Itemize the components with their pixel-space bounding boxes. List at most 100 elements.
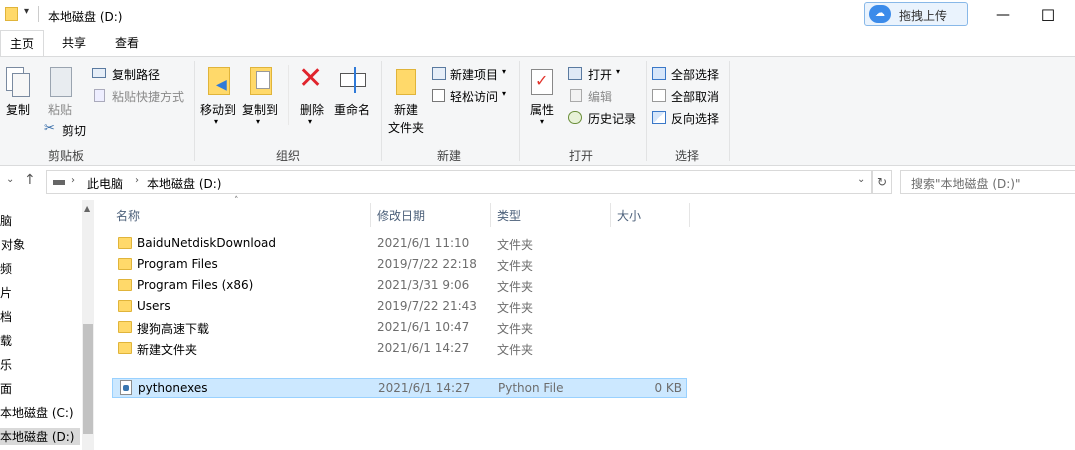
minimize-button[interactable]: — bbox=[980, 0, 1026, 30]
rename-icon bbox=[340, 73, 366, 87]
copy-to-doc-icon bbox=[256, 71, 270, 89]
file-name: Program Files (x86) bbox=[137, 278, 254, 292]
tab-share[interactable]: 共享 bbox=[53, 30, 95, 56]
paste-shortcut-icon bbox=[94, 89, 105, 102]
select-none-button[interactable]: 全部取消 bbox=[652, 87, 724, 105]
column-separator[interactable] bbox=[689, 203, 690, 227]
select-group-label: 选择 bbox=[675, 149, 700, 163]
paste-label: 粘贴 bbox=[48, 103, 73, 117]
ribbon-tabs: 主页 共享 查看 bbox=[0, 30, 1075, 56]
cut-label: 剪切 bbox=[62, 124, 87, 138]
select-all-button[interactable]: 全部选择 bbox=[652, 65, 724, 83]
nav-item[interactable]: 下载 bbox=[0, 332, 12, 349]
column-header-size[interactable]: 大小 bbox=[617, 207, 641, 224]
copy-to-button[interactable]: 复制到 ▾ bbox=[240, 65, 280, 135]
file-date: 2019/7/22 22:18 bbox=[377, 257, 477, 271]
address-dropdown-icon[interactable]: ⌄ bbox=[857, 174, 865, 185]
folder-icon bbox=[118, 321, 132, 333]
move-to-button[interactable]: ◀ 移动到 ▾ bbox=[198, 65, 238, 135]
file-date: 2021/6/1 14:27 bbox=[377, 341, 470, 355]
nav-item[interactable]: 文档 bbox=[0, 308, 12, 325]
address-bar[interactable]: › 此电脑 › 本地磁盘 (D:) ⌄ bbox=[46, 170, 872, 194]
invert-selection-button[interactable]: 反向选择 bbox=[652, 109, 724, 127]
ribbon: 复制 粘贴 复制路径 粘贴快捷方式 ✂ 剪切 剪贴板 ◀ 移动到 ▾ 复制到 ▾… bbox=[0, 56, 1075, 166]
paste-button[interactable]: 粘贴 bbox=[46, 65, 76, 121]
tab-view[interactable]: 查看 bbox=[106, 30, 148, 56]
delete-label: 删除 bbox=[300, 103, 325, 117]
edit-button[interactable]: 编辑 bbox=[568, 87, 638, 105]
nav-item[interactable]: 本地磁盘 (C:) bbox=[0, 404, 74, 421]
nav-item[interactable]: 视频 bbox=[0, 260, 12, 277]
quick-access-dropdown-icon[interactable]: ▾ bbox=[24, 6, 29, 17]
file-date: 2021/6/1 11:10 bbox=[377, 236, 470, 250]
file-date: 2019/7/22 21:43 bbox=[377, 299, 477, 313]
chevron-down-icon: ▾ bbox=[502, 67, 507, 76]
copy-path-button[interactable]: 复制路径 bbox=[92, 65, 172, 83]
breadcrumb-this-pc[interactable]: 此电脑 bbox=[87, 175, 123, 192]
delete-x-icon: ✕ bbox=[298, 61, 324, 96]
copy-path-label: 复制路径 bbox=[112, 68, 161, 82]
refresh-button[interactable]: ↻ bbox=[872, 170, 892, 194]
file-date: 2021/6/1 14:27 bbox=[378, 381, 471, 395]
nav-item[interactable]: D 对象 bbox=[0, 236, 25, 253]
file-row[interactable]: Users 2019/7/22 21:43 文件夹 bbox=[112, 297, 687, 317]
paste-shortcut-button[interactable]: 粘贴快捷方式 bbox=[92, 87, 192, 105]
arrow-left-icon: ◀ bbox=[216, 77, 227, 93]
chevron-down-icon: ▾ bbox=[540, 117, 545, 126]
nav-item[interactable]: 音乐 bbox=[0, 356, 12, 373]
column-header-date[interactable]: 修改日期 bbox=[377, 207, 425, 224]
chevron-right-icon[interactable]: › bbox=[71, 175, 75, 186]
nav-item[interactable]: 图片 bbox=[0, 284, 12, 301]
up-arrow-icon[interactable]: ↑ bbox=[24, 172, 36, 188]
file-type: 文件夹 bbox=[497, 322, 534, 336]
ribbon-separator bbox=[519, 61, 520, 161]
easy-access-button[interactable]: 轻松访问 ▾ bbox=[430, 87, 514, 105]
column-separator[interactable] bbox=[370, 203, 371, 227]
column-separator[interactable] bbox=[610, 203, 611, 227]
new-item-label: 新建项目 bbox=[450, 68, 499, 82]
copy-icon-back bbox=[12, 73, 30, 97]
nav-scrollbar-thumb[interactable] bbox=[83, 324, 93, 434]
rename-button[interactable]: 重命名 bbox=[334, 65, 374, 125]
column-header-name[interactable]: 名称 bbox=[116, 207, 140, 224]
scroll-up-icon[interactable]: ▲ bbox=[84, 204, 90, 213]
baidu-upload-button[interactable]: ☁ 拖拽上传 bbox=[864, 2, 968, 26]
search-input[interactable]: 搜索"本地磁盘 (D:)" bbox=[900, 170, 1075, 194]
new-folder-button[interactable]: 新建 文件夹 bbox=[386, 65, 426, 137]
edit-label: 编辑 bbox=[588, 90, 613, 104]
properties-button[interactable]: ✓ 属性 ▾ bbox=[526, 65, 560, 137]
history-button[interactable]: 历史记录 bbox=[568, 109, 642, 127]
cut-button[interactable]: ✂ 剪切 bbox=[44, 121, 104, 139]
new-folder-icon bbox=[396, 69, 416, 95]
nav-item[interactable]: 桌面 bbox=[0, 380, 12, 397]
chevron-right-icon[interactable]: › bbox=[135, 175, 139, 186]
nav-item[interactable]: 电脑 bbox=[0, 212, 12, 229]
file-row[interactable]: 新建文件夹 2021/6/1 14:27 文件夹 bbox=[112, 339, 687, 359]
baidu-cloud-icon: ☁ bbox=[869, 5, 891, 23]
file-row[interactable]: BaiduNetdiskDownload 2021/6/1 11:10 文件夹 bbox=[112, 234, 687, 254]
nav-item[interactable]: 本地磁盘 (D:) bbox=[0, 428, 80, 445]
copy-button[interactable]: 复制 bbox=[4, 65, 32, 121]
file-size: 0 KB bbox=[654, 381, 682, 395]
file-name: Program Files bbox=[137, 257, 218, 271]
folder-icon bbox=[118, 279, 132, 291]
maximize-button[interactable]: ☐ bbox=[1025, 0, 1071, 30]
chevron-down-icon[interactable]: ⌄ bbox=[6, 174, 14, 185]
file-row[interactable]: 搜狗高速下载 2021/6/1 10:47 文件夹 bbox=[112, 318, 687, 338]
tab-home[interactable]: 主页 bbox=[0, 30, 45, 56]
file-type: 文件夹 bbox=[497, 343, 534, 357]
paste-shortcut-label: 粘贴快捷方式 bbox=[112, 90, 185, 104]
new-folder-label-2: 文件夹 bbox=[388, 121, 425, 135]
breadcrumb-local-disk-d[interactable]: 本地磁盘 (D:) bbox=[147, 175, 221, 192]
column-header-type[interactable]: 类型 bbox=[497, 207, 521, 224]
delete-button[interactable]: ✕ 删除 ▾ bbox=[296, 61, 330, 135]
file-row[interactable]: Program Files (x86) 2021/3/31 9:06 文件夹 bbox=[112, 276, 687, 296]
column-separator[interactable] bbox=[490, 203, 491, 227]
file-row[interactable]: Program Files 2019/7/22 22:18 文件夹 bbox=[112, 255, 687, 275]
file-row[interactable]: pythonexes 2021/6/1 14:27 Python File 0 KB bbox=[112, 378, 687, 398]
ribbon-separator bbox=[288, 65, 289, 125]
open-button[interactable]: 打开 ▾ bbox=[568, 65, 638, 83]
file-date: 2021/3/31 9:06 bbox=[377, 278, 470, 292]
new-item-button[interactable]: 新建项目 ▾ bbox=[430, 65, 514, 83]
text-cursor-icon bbox=[354, 67, 356, 93]
